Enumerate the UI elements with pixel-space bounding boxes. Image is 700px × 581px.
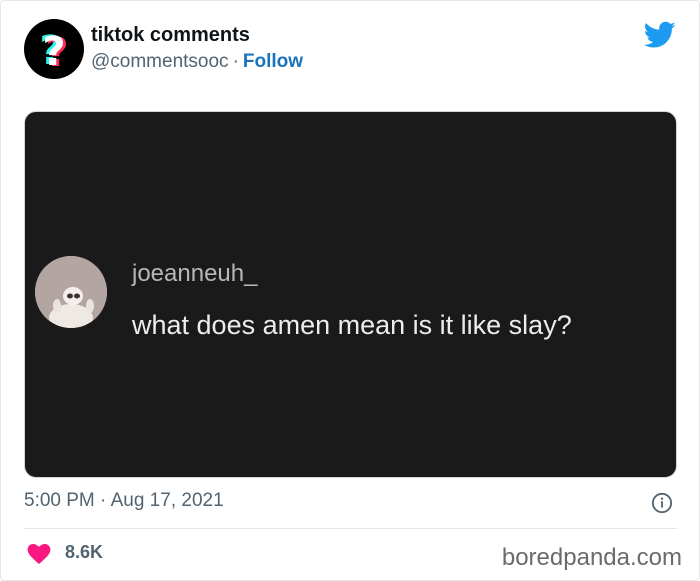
profile-avatar[interactable]: ? ? ? xyxy=(24,19,84,79)
follow-button[interactable]: Follow xyxy=(243,51,303,72)
divider xyxy=(24,528,677,529)
commenter-avatar xyxy=(35,256,107,328)
comment-text: what does amen mean is it like slay? xyxy=(132,310,572,340)
source-watermark: boredpanda.com xyxy=(501,544,682,571)
user-handle[interactable]: @commentsooc xyxy=(91,51,229,72)
comment-username: joeanneuh_ xyxy=(132,260,258,287)
handle-row: @commentsooc · Follow xyxy=(91,50,303,74)
separator-dot: · xyxy=(232,51,239,72)
display-name[interactable]: tiktok comments xyxy=(91,23,250,47)
tweet-card: ? ? ? tiktok comments @commentsooc · Follo… xyxy=(0,0,700,581)
video-screenshot[interactable]: joeanneuh_ what does amen mean is it lik… xyxy=(24,111,677,478)
tweet-timestamp[interactable]: 5:00 PM · Aug 17, 2021 xyxy=(24,490,224,512)
heart-icon[interactable] xyxy=(27,544,51,564)
like-count[interactable]: 8.6K xyxy=(65,542,103,563)
twitter-bird-icon[interactable] xyxy=(644,21,676,49)
svg-text:?: ? xyxy=(42,29,65,75)
question-mark-logo-icon: ? ? ? xyxy=(39,28,68,76)
commenter-photo-icon xyxy=(35,256,107,328)
info-icon[interactable] xyxy=(651,492,673,514)
